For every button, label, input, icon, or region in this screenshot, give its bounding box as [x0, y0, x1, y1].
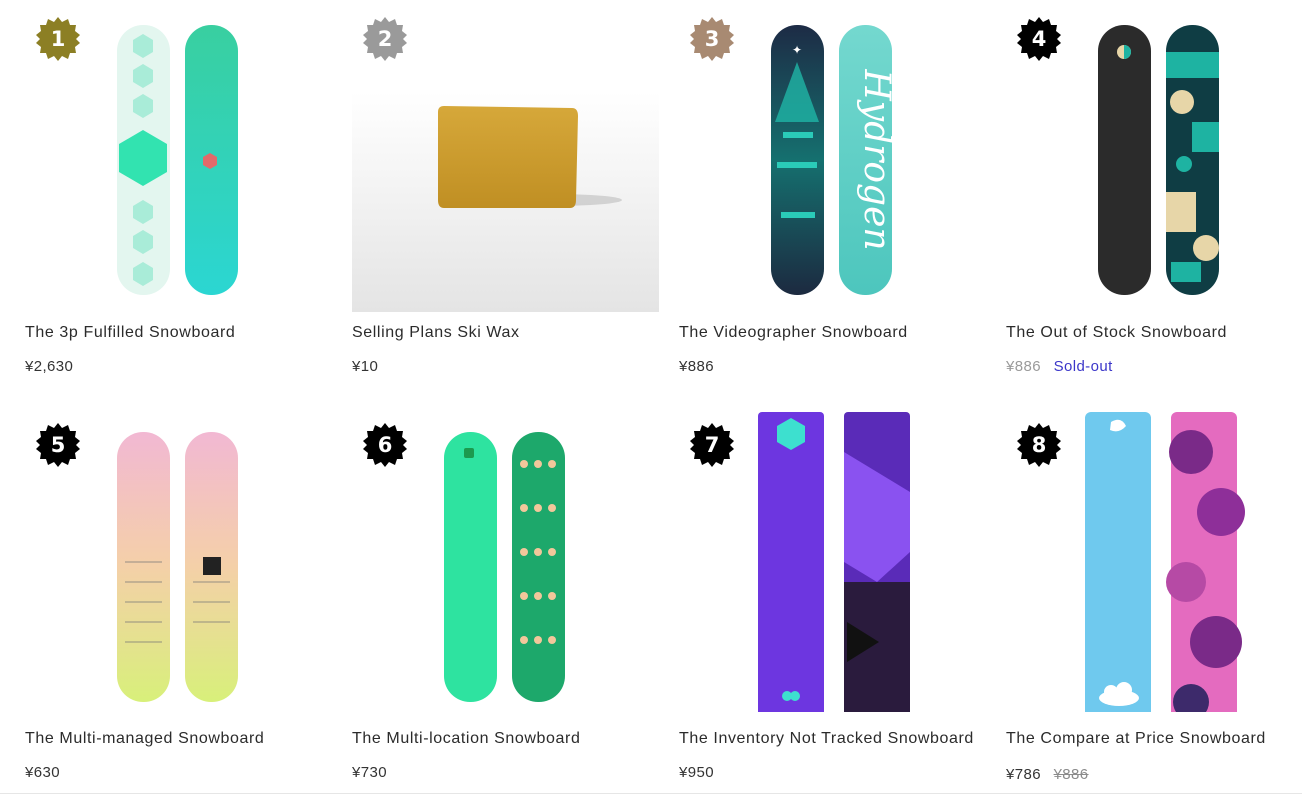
rank-badge: 8 [1016, 422, 1062, 468]
price-row: ¥950 [679, 764, 714, 781]
product-title[interactable]: The Inventory Not Tracked Snowboard [679, 730, 974, 748]
price: ¥950 [679, 764, 714, 781]
svg-text:Hydrogen: Hydrogen [856, 68, 897, 250]
bottom-divider [0, 793, 1302, 794]
product-title[interactable]: The Videographer Snowboard [679, 324, 908, 342]
rank-number: 1 [50, 27, 66, 51]
product-title[interactable]: The Multi-managed Snowboard [25, 730, 264, 748]
rank-badge: 5 [35, 422, 81, 468]
compare-at-price: ¥886 [1053, 766, 1089, 783]
price-row: ¥886 Sold-out [1006, 358, 1113, 375]
product-title[interactable]: The Multi-location Snowboard [352, 730, 580, 748]
rank-badge: 6 [362, 422, 408, 468]
price: ¥886 [679, 358, 714, 375]
price-row: ¥786 ¥886 [1006, 766, 1089, 783]
price: ¥730 [352, 764, 387, 781]
rank-number: 4 [1031, 27, 1047, 51]
price: ¥886 [1006, 358, 1041, 375]
svg-text:✦: ✦ [792, 43, 802, 57]
product-title[interactable]: The 3p Fulfilled Snowboard [25, 324, 235, 342]
price-row: ¥2,630 [25, 358, 73, 375]
rank-badge: 2 [362, 16, 408, 62]
rank-badge: 4 [1016, 16, 1062, 62]
product-title[interactable]: The Compare at Price Snowboard [1006, 730, 1266, 748]
product-title[interactable]: The Out of Stock Snowboard [1006, 324, 1227, 342]
price-row: ¥886 [679, 358, 714, 375]
rank-badge: 3 [689, 16, 735, 62]
price: ¥2,630 [25, 358, 74, 375]
rank-number: 8 [1031, 433, 1047, 457]
rank-number: 3 [704, 27, 720, 51]
rank-number: 5 [50, 433, 66, 457]
product-title[interactable]: Selling Plans Ski Wax [352, 324, 520, 342]
rank-number: 6 [377, 433, 393, 457]
price-row: ¥10 [352, 358, 378, 375]
rank-number: 7 [704, 433, 720, 457]
rank-badge: 1 [35, 16, 81, 62]
price-row: ¥630 [25, 764, 60, 781]
product-grid: 1 The 3p Fulfilled Snowboard ¥2,630 2 Se… [0, 0, 1302, 802]
price-row: ¥730 [352, 764, 387, 781]
rank-badge: 7 [689, 422, 735, 468]
price: ¥786 [1006, 766, 1041, 783]
rank-number: 2 [377, 27, 393, 51]
price: ¥10 [352, 358, 379, 375]
price: ¥630 [25, 764, 60, 781]
sold-out-label: Sold-out [1053, 358, 1113, 375]
